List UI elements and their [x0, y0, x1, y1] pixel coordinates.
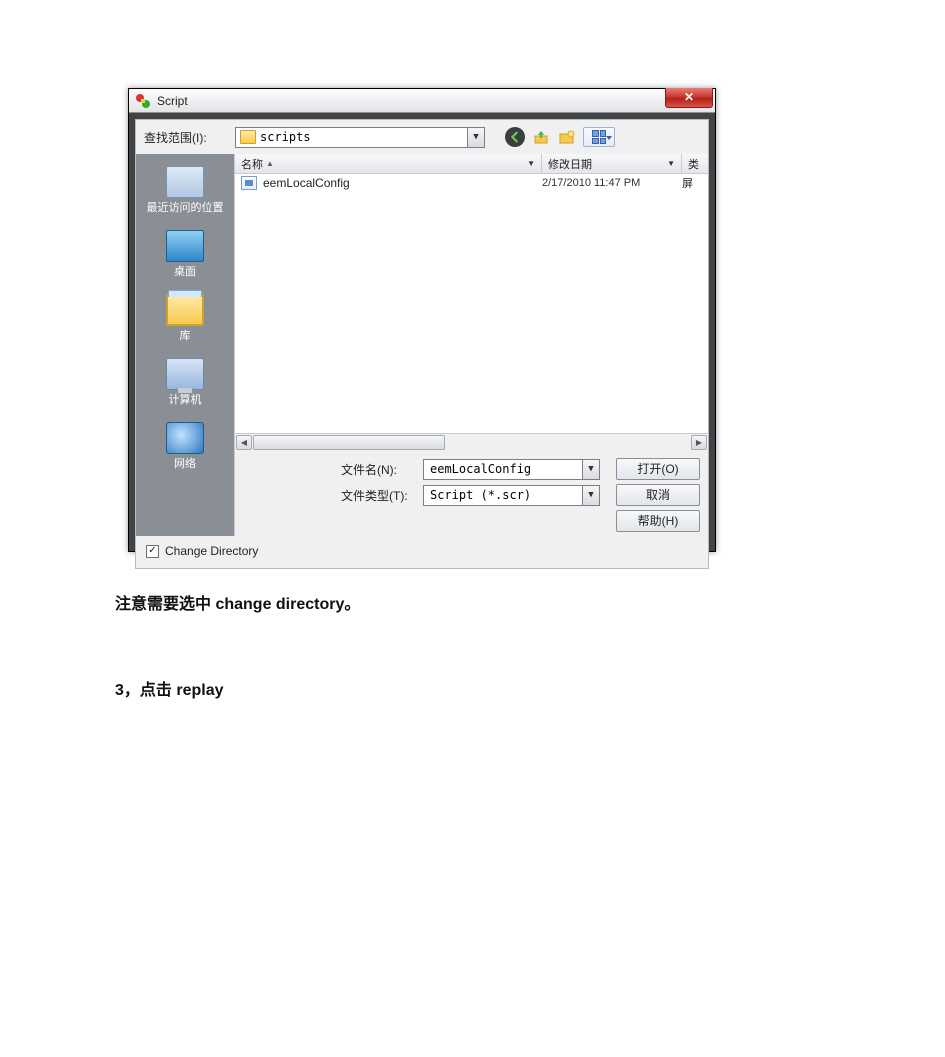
file-row[interactable]: eemLocalConfig 2/17/2010 11:47 PM 屏	[235, 174, 708, 192]
column-name[interactable]: 名称 ▲ ▼	[235, 154, 542, 173]
place-computer[interactable]: 计算机	[142, 352, 228, 412]
back-icon[interactable]	[505, 127, 525, 147]
column-label: 修改日期	[548, 156, 592, 172]
place-label: 最近访问的位置	[147, 202, 224, 214]
script-open-dialog: Script ✕ 查找范围(I): scripts ▼	[128, 88, 716, 552]
filetype-label: 文件类型(T):	[341, 487, 413, 504]
chevron-down-icon[interactable]: ▼	[582, 460, 599, 479]
dialog-title: Script	[157, 94, 188, 108]
scroll-right-icon[interactable]: ▶	[691, 435, 707, 450]
place-library[interactable]: 库	[142, 288, 228, 348]
column-type[interactable]: 类	[682, 154, 708, 173]
folder-icon	[240, 130, 256, 144]
cancel-button[interactable]: 取消	[616, 484, 700, 506]
column-label: 名称	[241, 156, 263, 172]
place-label: 计算机	[169, 394, 202, 406]
filename-label: 文件名(N):	[341, 461, 413, 478]
computer-icon	[166, 358, 204, 390]
filename-value: eemLocalConfig	[430, 462, 531, 476]
file-browser: 最近访问的位置 桌面 库 计算机 网络	[136, 154, 708, 536]
lookin-value: scripts	[260, 130, 311, 144]
chevron-down-icon[interactable]: ▼	[582, 486, 599, 505]
column-dropdown-icon[interactable]: ▼	[527, 159, 535, 168]
file-list-header[interactable]: 名称 ▲ ▼ 修改日期 ▼ 类	[235, 154, 708, 174]
change-directory-label: Change Directory	[165, 544, 258, 558]
close-button[interactable]: ✕	[665, 88, 713, 108]
dialog-titlebar[interactable]: Script ✕	[129, 89, 715, 113]
filetype-select[interactable]: Script (*.scr) ▼	[423, 485, 600, 506]
network-icon	[166, 422, 204, 454]
lookin-row: 查找范围(I): scripts ▼	[136, 120, 708, 154]
script-file-icon	[241, 176, 257, 190]
change-directory-row: ✓ Change Directory	[136, 536, 708, 568]
file-name: eemLocalConfig	[263, 176, 542, 190]
new-folder-icon[interactable]	[557, 127, 577, 147]
chevron-down-icon[interactable]: ▼	[467, 128, 484, 147]
lookin-toolbar	[505, 127, 615, 147]
filename-area: 文件名(N): eemLocalConfig ▼ 打开(O) 文件类型(T): …	[235, 450, 708, 536]
view-menu-button[interactable]	[583, 127, 615, 147]
open-button[interactable]: 打开(O)	[616, 458, 700, 480]
filename-input[interactable]: eemLocalConfig ▼	[423, 459, 600, 480]
lookin-combo[interactable]: scripts ▼	[235, 127, 485, 148]
desktop-icon	[166, 230, 204, 262]
place-desktop[interactable]: 桌面	[142, 224, 228, 284]
recent-locations-icon	[166, 166, 204, 198]
library-icon	[166, 294, 204, 326]
file-date: 2/17/2010 11:47 PM	[542, 177, 682, 189]
scroll-thumb[interactable]	[253, 435, 445, 450]
place-label: 桌面	[174, 266, 196, 278]
app-icon	[135, 93, 151, 109]
doc-step-3: 3，点击 replay	[115, 676, 224, 700]
column-date[interactable]: 修改日期 ▼	[542, 154, 682, 173]
help-button[interactable]: 帮助(H)	[616, 510, 700, 532]
scroll-track[interactable]	[253, 435, 690, 450]
file-list-pane: 名称 ▲ ▼ 修改日期 ▼ 类 eemLocalConfig	[234, 154, 708, 536]
lookin-label: 查找范围(I):	[144, 129, 229, 146]
dialog-body: 查找范围(I): scripts ▼	[135, 119, 709, 569]
file-list[interactable]: eemLocalConfig 2/17/2010 11:47 PM 屏	[235, 174, 708, 433]
column-dropdown-icon[interactable]: ▼	[667, 159, 675, 168]
place-label: 网络	[174, 458, 196, 470]
filetype-value: Script (*.scr)	[430, 488, 531, 502]
up-one-level-icon[interactable]	[531, 127, 551, 147]
places-bar: 最近访问的位置 桌面 库 计算机 网络	[136, 154, 234, 536]
horizontal-scrollbar[interactable]: ◀ ▶	[235, 433, 708, 450]
column-label: 类	[688, 156, 699, 172]
place-recent[interactable]: 最近访问的位置	[142, 160, 228, 220]
change-directory-checkbox[interactable]: ✓	[146, 545, 159, 558]
scroll-left-icon[interactable]: ◀	[236, 435, 252, 450]
place-label: 库	[180, 330, 191, 342]
sort-asc-icon: ▲	[266, 159, 274, 168]
doc-note: 注意需要选中 change directory。	[115, 590, 360, 614]
file-type: 屏	[682, 175, 702, 191]
place-network[interactable]: 网络	[142, 416, 228, 476]
